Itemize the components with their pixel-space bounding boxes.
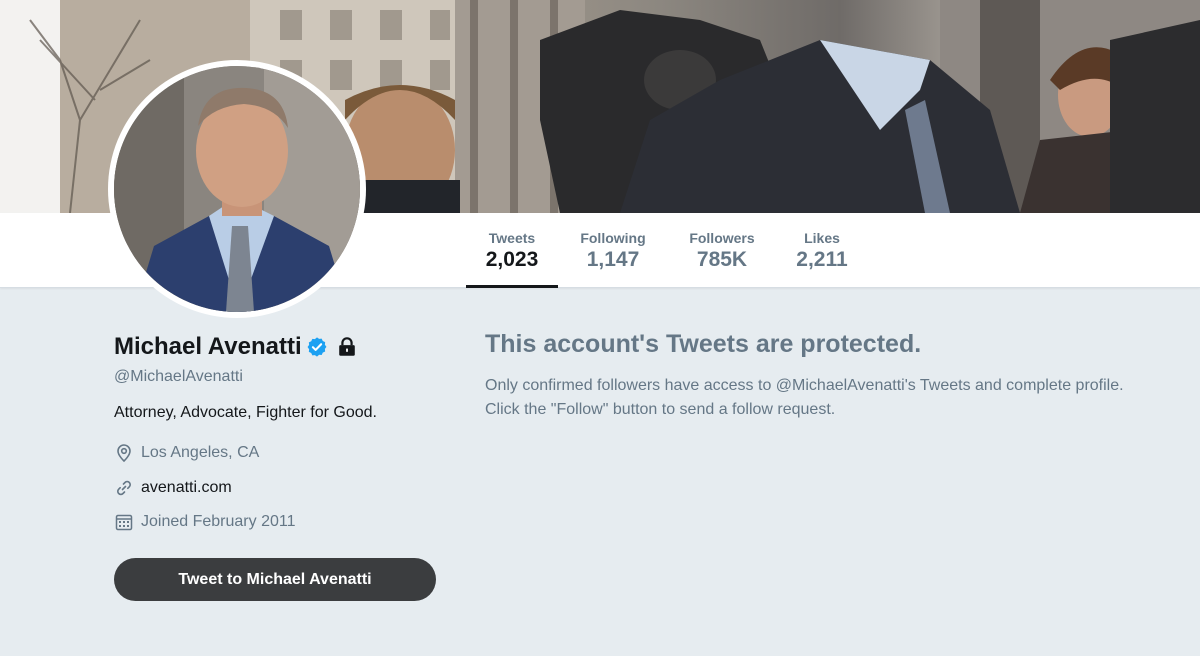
- avatar-photo: [114, 66, 360, 312]
- stat-likes[interactable]: Likes 2,211: [786, 213, 858, 288]
- verified-badge-icon: [306, 336, 328, 358]
- profile-joined-text: Joined February 2011: [141, 513, 296, 530]
- profile-location-text: Los Angeles, CA: [141, 444, 260, 461]
- profile-name-row: Michael Avenatti: [114, 330, 444, 364]
- protected-notice-line1: Only confirmed followers have access to …: [485, 377, 1124, 394]
- profile-name[interactable]: Michael Avenatti: [114, 333, 302, 361]
- lock-icon: [336, 336, 358, 358]
- link-icon: [114, 478, 134, 498]
- profile-avatar[interactable]: [108, 60, 366, 318]
- protected-notice-title: This account's Tweets are protected.: [485, 330, 922, 358]
- stat-followers-label: Followers: [689, 230, 755, 246]
- profile-handle[interactable]: @MichaelAvenatti: [114, 368, 444, 386]
- protected-notice-line2: Click the "Follow" button to send a foll…: [485, 401, 836, 418]
- stat-followers[interactable]: Followers 785K: [679, 213, 765, 288]
- stat-likes-value: 2,211: [796, 248, 848, 271]
- location-pin-icon: [114, 443, 134, 463]
- tweet-to-button[interactable]: Tweet to Michael Avenatti: [114, 558, 436, 601]
- profile-meta: Los Angeles, CA avenatti.com Joined Febr…: [114, 442, 444, 533]
- stat-following-label: Following: [580, 230, 646, 246]
- stat-following-value: 1,147: [586, 248, 640, 271]
- stat-tweets[interactable]: Tweets 2,023: [466, 213, 558, 288]
- protected-notice: This account's Tweets are protected. Onl…: [485, 328, 1195, 422]
- stat-following[interactable]: Following 1,147: [570, 213, 656, 288]
- profile-joined: Joined February 2011: [114, 511, 444, 533]
- stat-followers-value: 785K: [696, 248, 748, 271]
- stat-tweets-value: 2,023: [485, 248, 539, 271]
- profile-website: avenatti.com: [114, 477, 444, 499]
- profile-card: Michael Avenatti @MichaelAvenatti Attorn…: [114, 330, 444, 601]
- protected-notice-text: Only confirmed followers have access to …: [485, 374, 1195, 422]
- calendar-icon: [114, 512, 134, 532]
- profile-location: Los Angeles, CA: [114, 442, 444, 464]
- stat-tweets-label: Tweets: [488, 230, 536, 246]
- profile-bio: Attorney, Advocate, Fighter for Good.: [114, 404, 377, 421]
- profile-website-link[interactable]: avenatti.com: [141, 479, 232, 497]
- stat-likes-label: Likes: [804, 230, 840, 246]
